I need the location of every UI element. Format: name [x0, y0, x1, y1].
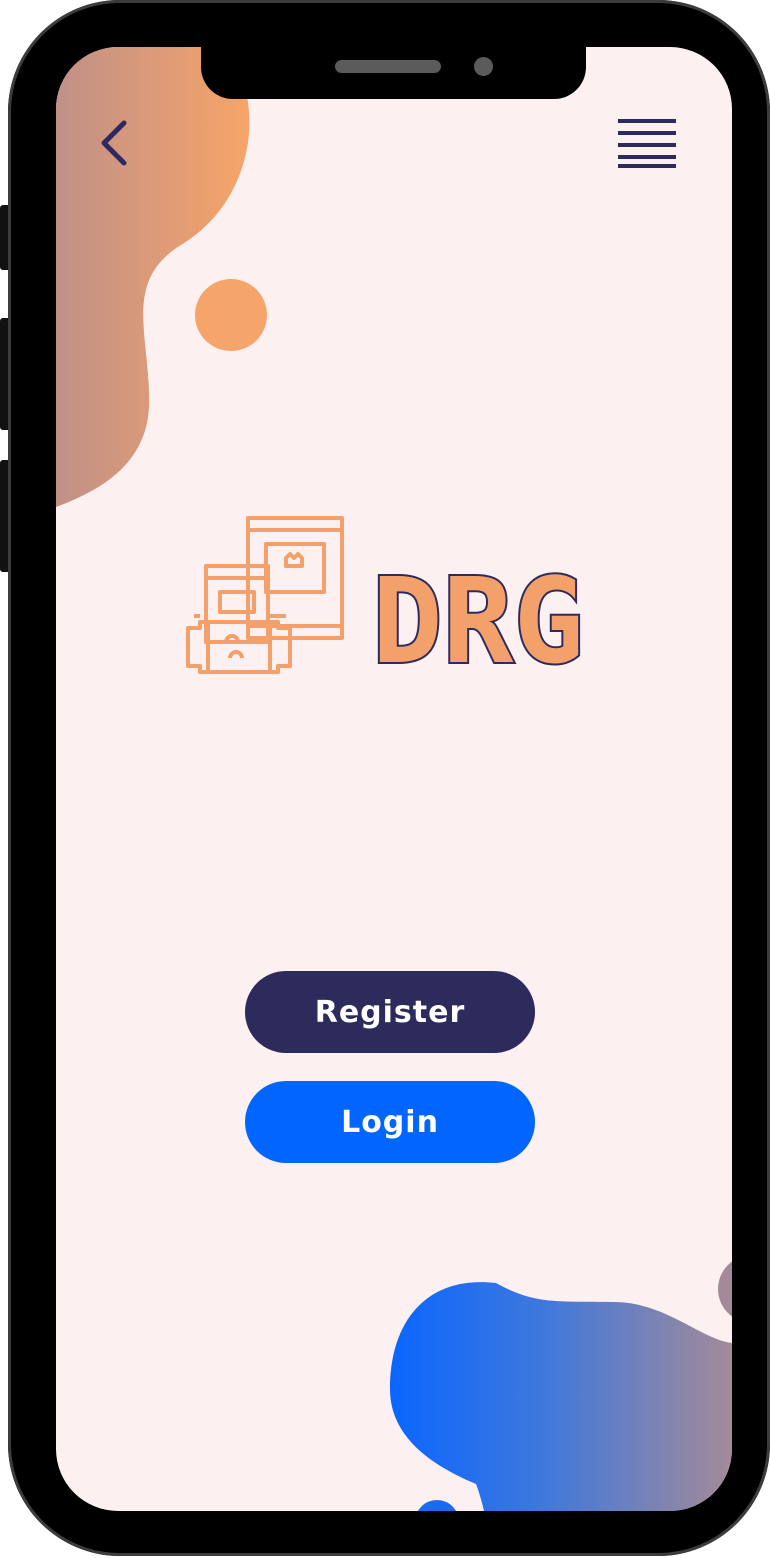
brand-name: DRG	[372, 552, 584, 682]
phone-mockup: DRG Register Login	[0, 0, 770, 1558]
menu-button[interactable]	[616, 117, 678, 169]
top-left-blob	[56, 47, 250, 507]
back-button[interactable]	[94, 117, 134, 169]
hamburger-menu-icon	[618, 119, 676, 168]
brand-logo: DRG	[186, 512, 606, 692]
front-camera	[474, 57, 493, 76]
bottom-blue-dot	[417, 1500, 457, 1511]
right-mauve-dot	[718, 1261, 732, 1317]
app-screen: DRG Register Login	[56, 47, 732, 1511]
chevron-left-icon	[101, 120, 127, 166]
bottom-right-blob	[390, 1282, 732, 1511]
register-button[interactable]: Register	[245, 971, 535, 1053]
background-decoration	[56, 47, 732, 1511]
snack-packages-icon: DRG	[186, 516, 586, 692]
orange-dot	[195, 279, 267, 351]
speaker-grille	[335, 60, 441, 73]
login-button[interactable]: Login	[245, 1081, 535, 1163]
